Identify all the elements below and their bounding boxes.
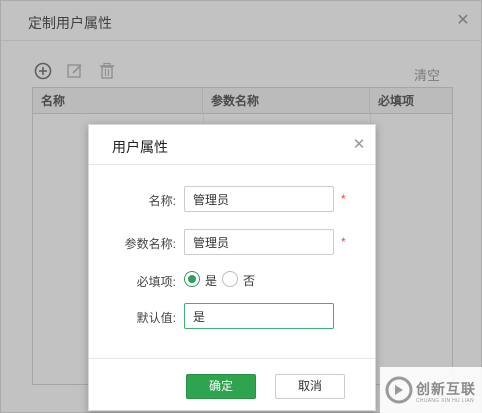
- user-attribute-dialog: 用户属性 ✕ 名称: * 参数名称: * 必填项: 是 否 默认值: 确定 取消: [88, 124, 376, 411]
- watermark: 创新互联 CHUANG XIN HU LIAN: [380, 367, 482, 413]
- dialog-footer-divider: [89, 358, 375, 359]
- brand-logo-icon: [384, 375, 414, 405]
- radio-no-label[interactable]: 否: [243, 272, 255, 289]
- inner-close-icon[interactable]: ✕: [349, 135, 369, 155]
- radio-yes[interactable]: [184, 271, 200, 287]
- watermark-subtext: CHUANG XIN HU LIAN: [416, 398, 474, 404]
- inner-dialog-header: 用户属性 ✕: [89, 125, 375, 165]
- inner-dialog-title: 用户属性: [112, 139, 168, 155]
- cancel-button[interactable]: 取消: [275, 374, 345, 399]
- confirm-button[interactable]: 确定: [186, 374, 256, 399]
- watermark-text: 创新互联: [416, 381, 476, 397]
- default-value-input[interactable]: [184, 303, 334, 329]
- required-marker: *: [341, 192, 346, 206]
- required-marker: *: [341, 235, 346, 249]
- param-name-input[interactable]: [184, 229, 334, 255]
- radio-no[interactable]: [222, 271, 238, 287]
- name-input[interactable]: [184, 186, 334, 212]
- name-label: 名称:: [148, 194, 176, 208]
- default-value-label: 默认值:: [136, 311, 176, 325]
- param-name-label: 参数名称:: [124, 237, 176, 251]
- required-field-label: 必填项:: [136, 275, 176, 289]
- radio-yes-label[interactable]: 是: [205, 272, 217, 289]
